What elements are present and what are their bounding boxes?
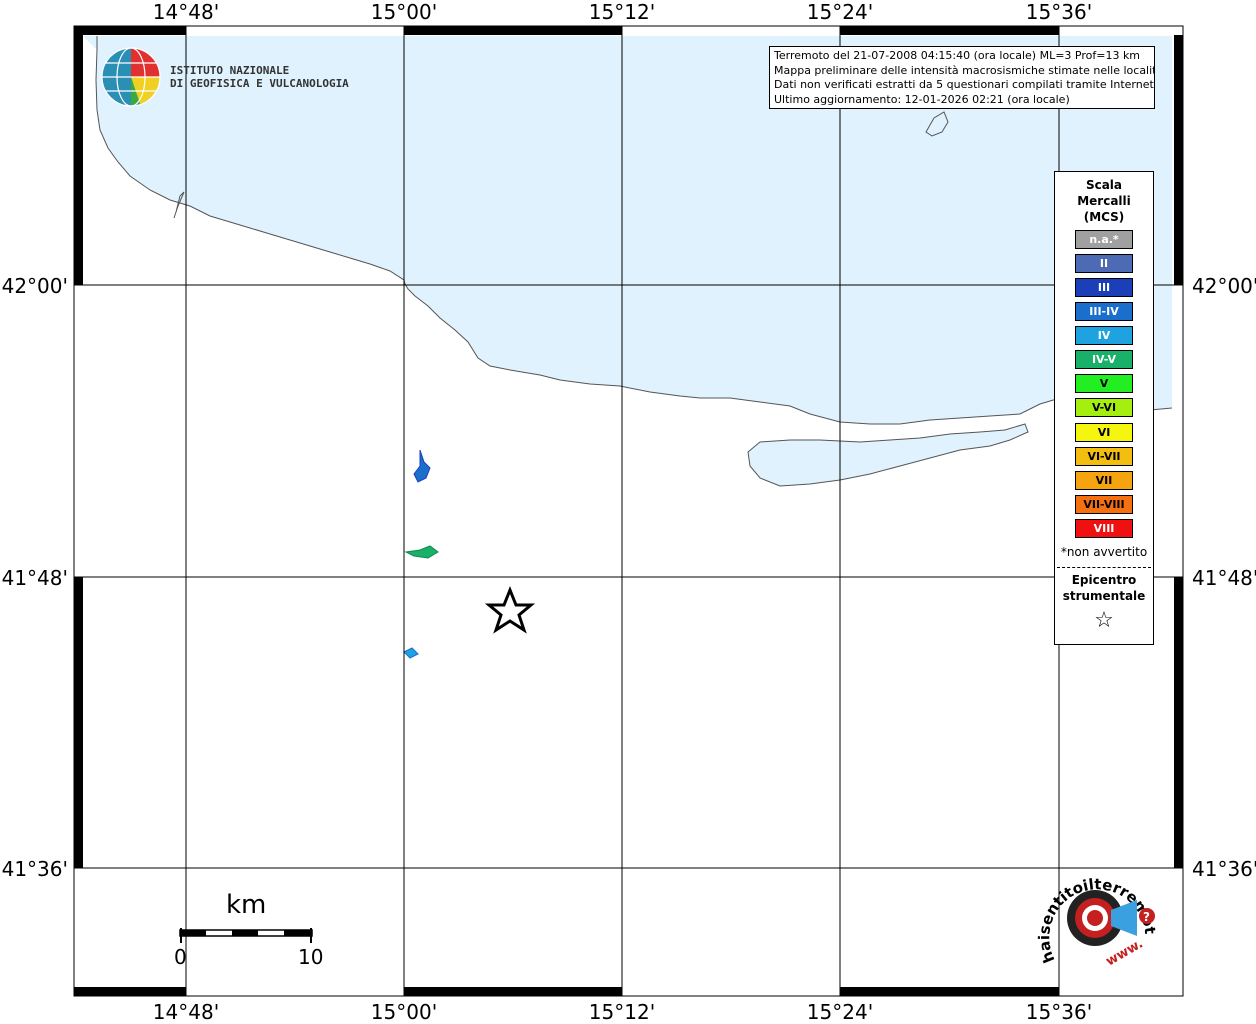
lon-label-bottom-4: 15°24' <box>806 1000 874 1024</box>
lon-label-top-2: 15°00' <box>370 0 438 24</box>
legend-title: Scala Mercalli (MCS) <box>1077 178 1131 224</box>
event-info-line-1: Terremoto del 21-07-2008 04:15:40 (ora l… <box>774 49 1141 62</box>
legend-swatch-vi: VI <box>1075 423 1133 442</box>
lon-label-top-3: 15°12' <box>588 0 656 24</box>
haisentito-logo-icon: haisentitoilterremoto.it ? www. <box>1035 860 1159 969</box>
lon-label-top-5: 15°36' <box>1025 0 1093 24</box>
legend-swatch-vi-vii: VI-VII <box>1075 447 1133 466</box>
scalebar-end-label: 10 <box>298 945 324 969</box>
legend-swatch-ii: II <box>1075 254 1133 273</box>
legend-swatch-iv-v: IV-V <box>1075 350 1133 369</box>
lon-label-bottom-3: 15°12' <box>588 1000 656 1024</box>
ingv-globe-icon <box>101 47 161 107</box>
legend-note: *non avvertito <box>1060 545 1148 559</box>
lat-label-left-3: 41°36' <box>1 857 68 881</box>
legend-epicenter-label: Epicentro strumentale <box>1062 573 1146 603</box>
ingv-logo-text: ISTITUTO NAZIONALE DI GEOFISICA E VULCAN… <box>170 64 349 90</box>
legend-swatch-v-vi: V-VI <box>1075 398 1133 417</box>
scalebar-start-label: 0 <box>174 945 187 969</box>
lon-label-bottom-1: 14°48' <box>152 1000 220 1024</box>
legend-star-icon: ☆ <box>1094 608 1114 633</box>
lat-label-right-1: 42°00' <box>1192 274 1256 298</box>
legend-swatch-iii: III <box>1075 278 1133 297</box>
legend-swatch-iii-iv: III-IV <box>1075 302 1133 321</box>
event-info-line-4: Ultimo aggiornamento: 12-01-2026 02:21 (… <box>774 92 1070 106</box>
lat-label-right-3: 41°36' <box>1192 857 1256 881</box>
lat-label-left-1: 42°00' <box>1 274 68 298</box>
legend-swatch-v: V <box>1075 374 1133 393</box>
mercalli-legend: Scala Mercalli (MCS) n.a.* II III III-IV… <box>1054 171 1154 645</box>
event-info-box: Terremoto del 21-07-2008 04:15:40 (ora l… <box>769 46 1155 109</box>
lon-label-bottom-5: 15°36' <box>1025 1000 1093 1024</box>
event-info-line-3: Dati non verificati estratti da 5 questi… <box>774 78 1155 91</box>
svg-text:?: ? <box>1143 910 1150 924</box>
event-info-line-2: Mappa preliminare delle intensità macros… <box>774 63 1155 77</box>
legend-swatch-vii-viii: VII-VIII <box>1075 495 1133 514</box>
lat-label-right-2: 41°48' <box>1192 566 1256 590</box>
lon-label-top-1: 14°48' <box>152 0 220 24</box>
lon-label-bottom-2: 15°00' <box>370 1000 438 1024</box>
lon-label-top-4: 15°24' <box>806 0 874 24</box>
legend-separator <box>1057 567 1151 568</box>
lat-label-left-2: 41°48' <box>1 566 68 590</box>
legend-swatch-viii: VIII <box>1075 519 1133 538</box>
legend-swatch-iv: IV <box>1075 326 1133 345</box>
legend-swatch-vii: VII <box>1075 471 1133 490</box>
legend-swatch-na: n.a.* <box>1075 230 1133 249</box>
